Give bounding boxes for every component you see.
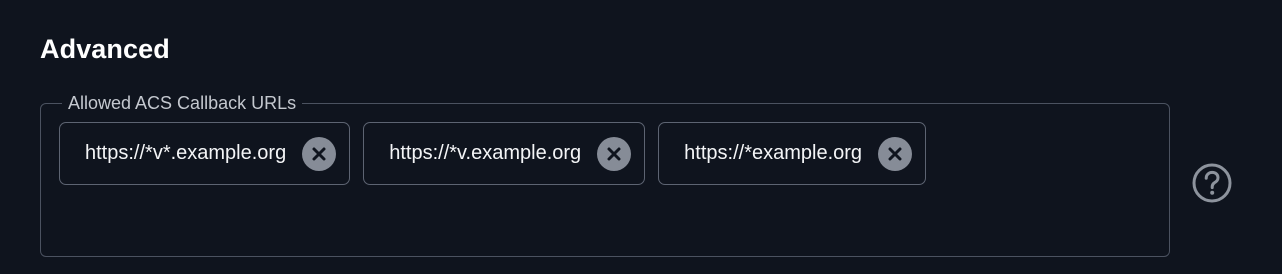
help-circle-icon [1192, 163, 1232, 203]
close-icon [888, 147, 902, 160]
acs-callback-urls-field[interactable]: Allowed ACS Callback URLs https://*v*.ex… [40, 90, 1170, 257]
chip-label: https://*v.example.org [389, 142, 582, 164]
url-chip[interactable]: https://*v*.example.org [59, 122, 351, 185]
close-icon [607, 147, 621, 160]
help-button[interactable] [1191, 162, 1233, 204]
url-chip[interactable]: https://*example.org [658, 122, 927, 185]
chip-label: https://*v*.example.org [85, 142, 287, 164]
chip-list: https://*v*.example.org https://*v.examp… [59, 122, 927, 185]
field-label: Allowed ACS Callback URLs [62, 90, 303, 116]
remove-chip-button[interactable] [597, 136, 632, 171]
close-icon [312, 147, 326, 160]
url-chip[interactable]: https://*v.example.org [363, 122, 646, 185]
section-heading: Advanced [40, 34, 170, 64]
chip-label: https://*example.org [684, 142, 863, 164]
remove-chip-button[interactable] [878, 136, 913, 171]
remove-chip-button[interactable] [302, 136, 337, 171]
